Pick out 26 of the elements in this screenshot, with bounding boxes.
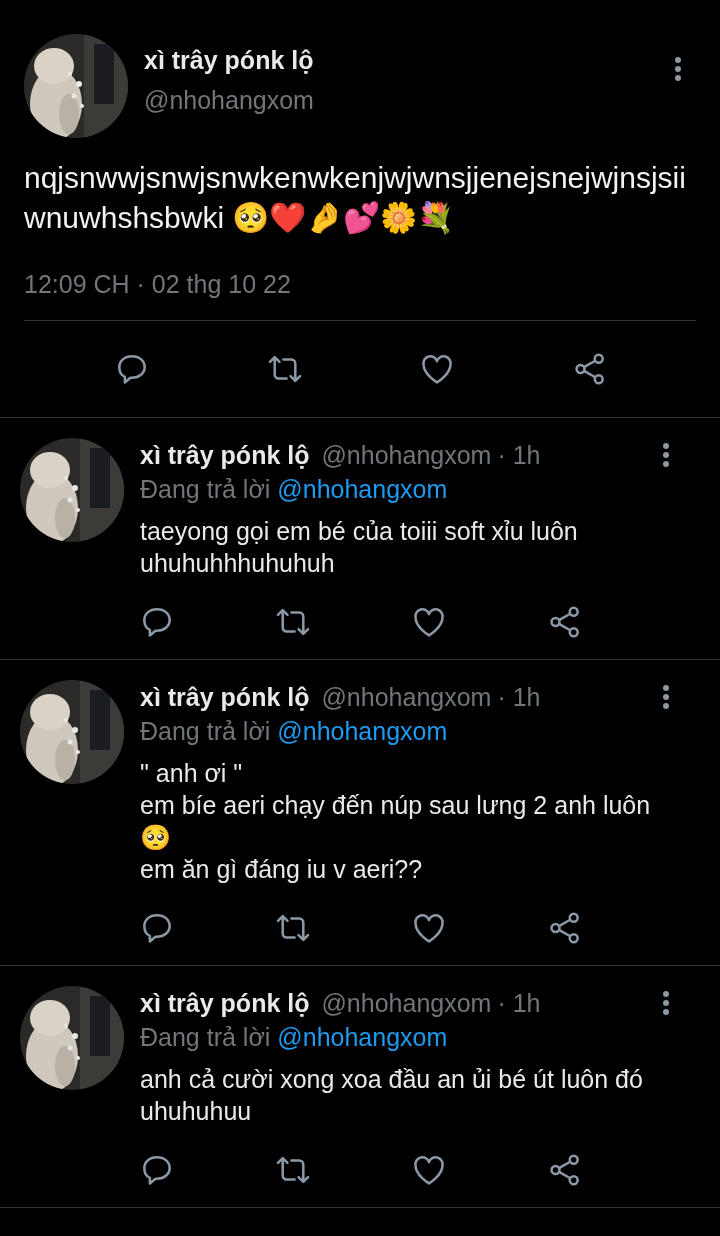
username[interactable]: @nhohangxom (144, 84, 314, 116)
post-time: · 1h (497, 682, 541, 713)
reply-text: " anh ơi " em bíe aeri chạy đến núp sau lưng 2 anh luôn 🥺 em ăn gì đáng iu v aeri?? (140, 758, 652, 885)
mention-link[interactable]: @nhohangxom (277, 472, 448, 506)
replying-label: Đang trả lời (140, 716, 271, 747)
mention-link[interactable]: @nhohangxom (277, 1020, 448, 1054)
mention-link[interactable]: @nhohangxom (277, 714, 448, 748)
display-name[interactable]: xì trây pónk lộ (140, 986, 310, 1020)
display-name[interactable]: xì trây pónk lộ (140, 680, 310, 714)
username[interactable]: @nhohangxom (321, 438, 492, 472)
timestamp: 12:09 CH · 02 thg 10 22 (24, 269, 291, 300)
more-icon[interactable] (662, 990, 670, 1016)
display-name[interactable]: xì trây pónk lộ (144, 44, 314, 76)
post-time: · 1h (497, 988, 541, 1019)
reply-text: anh cả cười xong xoa đầu an ủi bé út luôn đó uhuhuhuu (140, 1064, 644, 1127)
tweet-text: nqjsnwwjsnwjsnwkenwkenjwjwnsjjenejsnejwjnsjsiiwnuwhshsbwki 🥺❤🤌💕🌼💐 (24, 160, 687, 237)
reply-text: taeyong gọi em bé của toiii soft xỉu luôn uhuhuhhhuhuhuh (140, 516, 579, 579)
replying-label: Đang trả lời (140, 474, 271, 505)
username[interactable]: @nhohangxom (321, 986, 492, 1020)
post-time: · 1h (497, 440, 541, 471)
username[interactable]: @nhohangxom (321, 680, 492, 714)
more-icon[interactable] (674, 56, 682, 82)
display-name[interactable]: xì trây pónk lộ (140, 438, 310, 472)
more-icon[interactable] (662, 442, 670, 468)
replying-label: Đang trả lời (140, 1022, 271, 1053)
more-icon[interactable] (662, 684, 670, 710)
